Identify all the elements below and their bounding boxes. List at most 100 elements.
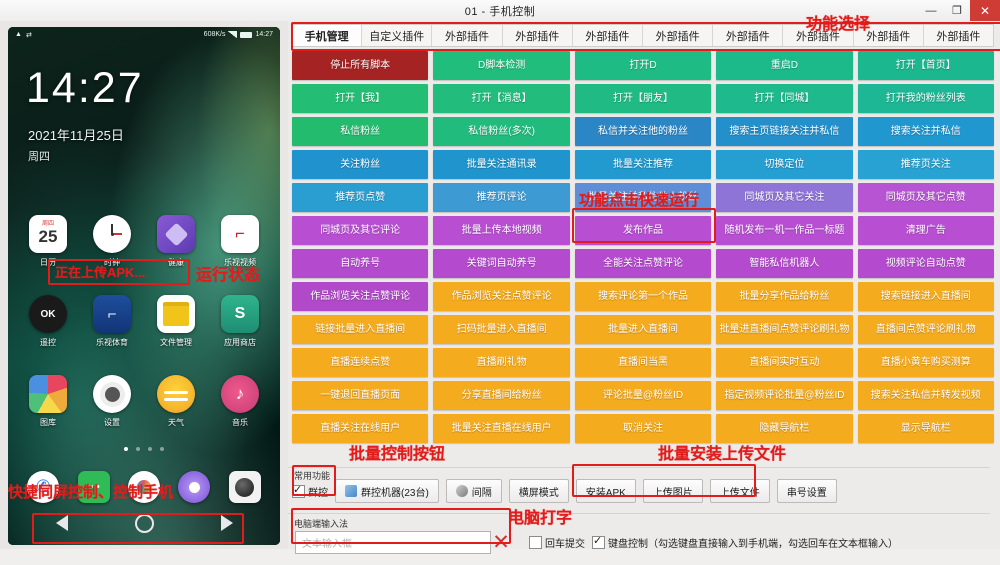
- clear-x-icon[interactable]: ✕: [488, 530, 514, 555]
- app-store[interactable]: 应用商店: [214, 295, 266, 348]
- function-button[interactable]: 私信并关注他的粉丝: [574, 117, 712, 146]
- function-button[interactable]: 同城页及其它点赞: [857, 183, 994, 212]
- function-button[interactable]: 搜索主页链接关注并私信: [716, 117, 853, 146]
- function-button[interactable]: 搜索关注私信并转发视频: [857, 381, 994, 410]
- phone-mirror-panel[interactable]: ▲ ⇄ 608K/s 14:27 14:27 2021年11月25日 周四 周四…: [0, 21, 288, 549]
- function-button[interactable]: 打开【首页】: [857, 51, 994, 80]
- function-button[interactable]: 批量分享作品给粉丝: [716, 282, 853, 311]
- function-button[interactable]: D脚本检测: [433, 51, 570, 80]
- function-button[interactable]: 私信粉丝(多次): [433, 117, 570, 146]
- app-file-manager[interactable]: 文件管理: [150, 295, 202, 348]
- tab-external-plugin-1[interactable]: 外部插件: [432, 25, 503, 46]
- function-button[interactable]: 推荐页关注: [857, 150, 994, 179]
- function-button[interactable]: 批量关注推荐: [574, 150, 712, 179]
- function-button[interactable]: 发布作品: [574, 216, 712, 245]
- recent-triangle-icon[interactable]: [220, 515, 233, 531]
- tab-external-plugin-8[interactable]: 外部插件: [924, 25, 993, 46]
- function-button[interactable]: 作品浏览关注点赞评论: [433, 282, 570, 311]
- keyboard-control-checkbox[interactable]: 键盘控制（勾选键盘直接输入到手机端，勾选回车在文本框输入）: [592, 534, 898, 550]
- function-button[interactable]: 关注粉丝: [292, 150, 429, 179]
- function-button[interactable]: 取消关注: [574, 414, 712, 443]
- function-button[interactable]: 打开我的粉丝列表: [857, 84, 994, 113]
- input-options[interactable]: 回车提交 键盘控制（勾选键盘直接输入到手机端，勾选回车在文本框输入）: [529, 534, 898, 550]
- function-button[interactable]: 同城页及其它评论: [292, 216, 429, 245]
- function-button[interactable]: 批量进直播间点赞评论刷礼物: [716, 315, 853, 344]
- tab-custom-plugin[interactable]: 自定义插件: [362, 25, 433, 46]
- function-button[interactable]: 打开D: [574, 51, 712, 80]
- function-button[interactable]: 一键退回直播页面: [292, 381, 429, 410]
- machines-button[interactable]: 群控机器(23台): [335, 479, 439, 503]
- function-button[interactable]: 同城页及其它关注: [716, 183, 853, 212]
- function-button[interactable]: 智能私信机器人: [716, 249, 853, 278]
- camera-icon[interactable]: [228, 471, 261, 503]
- function-button[interactable]: 重启D: [716, 51, 853, 80]
- interval-button[interactable]: 间隔: [445, 479, 502, 503]
- function-button[interactable]: 链接批量进入直播间: [292, 315, 429, 344]
- function-button[interactable]: 批量关注直播在线用户: [433, 414, 570, 443]
- serial-settings-button[interactable]: 串号设置: [776, 479, 837, 503]
- function-button[interactable]: 推荐页评论: [433, 183, 570, 212]
- function-button[interactable]: 关键词自动养号: [433, 249, 570, 278]
- function-button[interactable]: 批量上传本地视频: [433, 216, 570, 245]
- text-input-field[interactable]: 文本输入框: [295, 531, 491, 554]
- function-button[interactable]: 指定视频评论批量@粉丝ID: [716, 381, 853, 410]
- landscape-mode-button[interactable]: 横屏模式: [508, 479, 569, 503]
- app-health[interactable]: 健康: [150, 215, 202, 268]
- close-icon[interactable]: ✕: [970, 0, 1000, 21]
- function-button[interactable]: 搜索链接进入直播间: [857, 282, 994, 311]
- app-settings[interactable]: 设置: [86, 375, 138, 428]
- function-button[interactable]: 推荐页点赞: [292, 183, 429, 212]
- function-button[interactable]: 作品浏览关注点赞评论: [292, 282, 429, 311]
- app-clock[interactable]: 时钟: [86, 215, 138, 268]
- function-button[interactable]: 搜索评论第一个作品: [574, 282, 712, 311]
- function-button[interactable]: 显示导航栏: [857, 414, 994, 443]
- function-button[interactable]: 私信粉丝: [292, 117, 429, 146]
- function-button[interactable]: 打开【朋友】: [574, 84, 712, 113]
- function-button[interactable]: 隐藏导航栏: [716, 414, 853, 443]
- function-button[interactable]: 扫码批量进入直播间: [433, 315, 570, 344]
- enter-submit-checkbox[interactable]: 回车提交: [529, 535, 585, 550]
- function-button[interactable]: 直播关注在线用户: [292, 414, 429, 443]
- function-button[interactable]: 全能关注点赞评论: [574, 249, 712, 278]
- function-button[interactable]: 打开【我】: [292, 84, 429, 113]
- app-remote[interactable]: OK 遥控: [22, 295, 74, 348]
- function-button-grid[interactable]: 停止所有脚本 D脚本检测 打开D 重启D 打开【首页】打开【我】 打开【消息】 打开【朋友】…: [292, 51, 994, 451]
- group-control-checkbox[interactable]: 群控: [292, 483, 328, 499]
- phone-screen[interactable]: ▲ ⇄ 608K/s 14:27 14:27 2021年11月25日 周四 周四…: [8, 27, 280, 545]
- function-button[interactable]: 停止所有脚本: [292, 51, 429, 80]
- tab-external-plugin-3[interactable]: 外部插件: [573, 25, 644, 46]
- upload-file-button[interactable]: 上传文件: [709, 479, 770, 503]
- function-button[interactable]: 直播间点赞评论刷礼物: [857, 315, 994, 344]
- function-button[interactable]: 随机发布一机一作品一标题: [716, 216, 853, 245]
- function-button[interactable]: 批量进入直播间: [574, 315, 712, 344]
- function-button[interactable]: 直播连续点赞: [292, 348, 429, 377]
- tab-bar[interactable]: 手机管理 自定义插件 外部插件 外部插件 外部插件 外部插件 外部插件 外部插件…: [291, 24, 994, 47]
- function-button[interactable]: 清理广告: [857, 216, 994, 245]
- minimize-icon[interactable]: —: [918, 0, 944, 21]
- common-toolbar[interactable]: 群控 群控机器(23台) 间隔 横屏模式 安装APK 上传图片 上传文件 串号设…: [292, 476, 994, 506]
- function-button[interactable]: 直播间当黑: [574, 348, 712, 377]
- checkbox-box[interactable]: [592, 534, 605, 549]
- function-button[interactable]: 打开【同城】: [716, 84, 853, 113]
- function-button[interactable]: 打开【消息】: [433, 84, 570, 113]
- app-music[interactable]: 音乐: [214, 375, 266, 428]
- tab-external-plugin-2[interactable]: 外部插件: [503, 25, 573, 46]
- function-button[interactable]: 直播刷礼物: [433, 348, 570, 377]
- app-weather[interactable]: 天气: [150, 375, 202, 428]
- checkbox-box[interactable]: [292, 483, 305, 498]
- app-gallery[interactable]: 图库: [22, 375, 74, 428]
- function-button[interactable]: 评论批量@粉丝ID: [574, 381, 712, 410]
- home-circle-icon[interactable]: [134, 513, 154, 533]
- tab-external-plugin-5[interactable]: 外部插件: [713, 25, 784, 46]
- tab-external-plugin-4[interactable]: 外部插件: [643, 25, 714, 46]
- function-button[interactable]: 切换定位: [716, 150, 853, 179]
- back-triangle-icon[interactable]: [55, 515, 68, 531]
- function-button[interactable]: 视频评论自动点赞: [857, 249, 994, 278]
- tab-phone-management[interactable]: 手机管理: [292, 25, 363, 46]
- function-button[interactable]: 分享直播间给粉丝: [433, 381, 570, 410]
- checkbox-box[interactable]: [529, 536, 542, 549]
- app-letv-sports[interactable]: ⌐ 乐视体育: [86, 295, 138, 348]
- app-calendar[interactable]: 周四 25 日历: [22, 215, 74, 268]
- install-apk-button[interactable]: 安装APK: [575, 479, 636, 503]
- function-button[interactable]: 直播小黄车购买测算: [857, 348, 994, 377]
